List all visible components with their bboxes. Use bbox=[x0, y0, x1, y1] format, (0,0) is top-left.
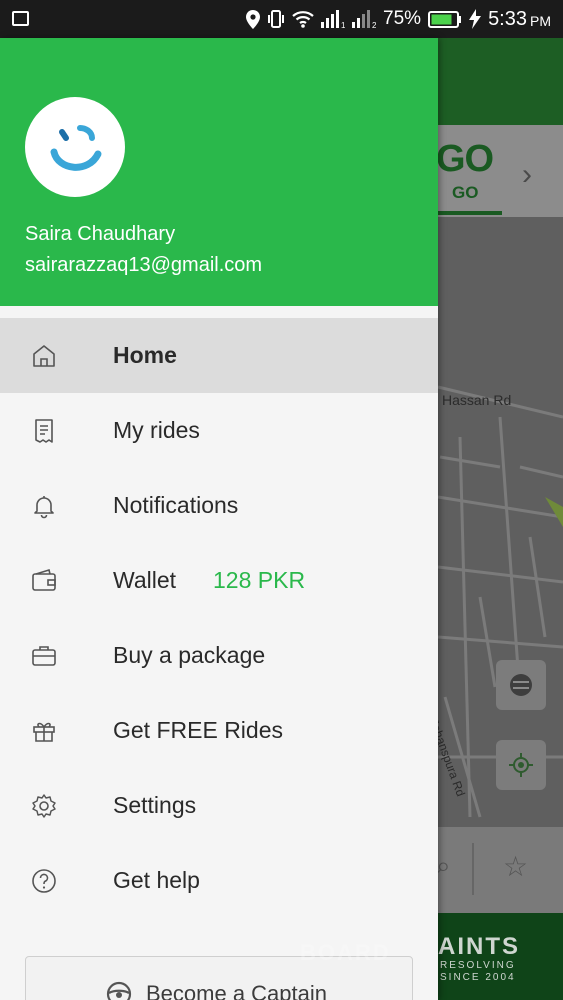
signal-sim1-icon: 1 bbox=[321, 10, 345, 28]
menu-item-wallet[interactable]: Wallet 128 PKR bbox=[0, 543, 438, 618]
user-name: Saira Chaudhary bbox=[25, 223, 176, 245]
clock-time: 5:33 bbox=[488, 7, 527, 30]
menu-item-label: Settings bbox=[113, 792, 197, 818]
menu-item-label: Get help bbox=[113, 867, 200, 893]
menu-item-label: Notifications bbox=[113, 492, 239, 518]
map-layers-button bbox=[496, 660, 546, 710]
bell-icon bbox=[34, 496, 54, 519]
layers-icon bbox=[510, 674, 532, 696]
wallet-balance: 128 PKR bbox=[213, 567, 306, 593]
menu-item-label: Wallet bbox=[113, 567, 177, 593]
menu-item-label: Get FREE Rides bbox=[113, 717, 283, 743]
menu-item-buy-package[interactable]: Buy a package bbox=[0, 618, 438, 693]
navigation-drawer: Saira Chaudhary sairarazzaq13@gmail.com … bbox=[0, 38, 438, 1000]
menu-item-label: Home bbox=[113, 342, 177, 368]
menu-item-notifications[interactable]: Notifications bbox=[0, 468, 438, 543]
svg-text:2: 2 bbox=[372, 21, 376, 28]
menu-item-home[interactable]: Home bbox=[0, 318, 438, 393]
menu-item-settings[interactable]: Settings bbox=[0, 768, 438, 843]
background-divider bbox=[472, 843, 474, 895]
steering-wheel-icon bbox=[106, 981, 132, 1000]
status-bar: 1 2 75% 5:33 PM bbox=[0, 0, 563, 38]
wifi-icon bbox=[292, 11, 314, 28]
home-icon bbox=[33, 345, 55, 367]
drawer-header: Saira Chaudhary sairarazzaq13@gmail.com bbox=[0, 38, 438, 306]
avatar[interactable] bbox=[25, 97, 125, 197]
background-go-tab: GO bbox=[452, 183, 479, 202]
vibrate-icon bbox=[268, 10, 285, 28]
background-banner-subtitle: RESOLVING SINCE 2004 bbox=[440, 960, 516, 984]
gift-icon bbox=[33, 722, 55, 742]
chevron-right-icon: › bbox=[522, 158, 532, 191]
svg-text:1: 1 bbox=[341, 21, 345, 28]
banner-sub-line: SINCE 2004 bbox=[440, 972, 516, 983]
watermark: BOARD bbox=[300, 940, 391, 965]
briefcase-icon bbox=[32, 646, 56, 666]
receipt-icon bbox=[35, 419, 53, 443]
menu-item-get-help[interactable]: Get help bbox=[0, 843, 438, 918]
banner-sub-line: RESOLVING bbox=[440, 960, 516, 971]
charging-icon bbox=[469, 9, 482, 29]
background-go-logo: GO bbox=[436, 138, 494, 180]
menu-item-my-rides[interactable]: My rides bbox=[0, 393, 438, 468]
gallery-notification-icon bbox=[12, 11, 29, 26]
menu-item-label: Buy a package bbox=[113, 642, 266, 668]
help-icon bbox=[32, 869, 56, 893]
map-road-label: Hassan Rd bbox=[442, 392, 512, 408]
signal-sim2-icon: 2 bbox=[352, 10, 376, 28]
locate-icon bbox=[509, 753, 533, 777]
background-banner-title: AINTS bbox=[438, 933, 520, 960]
wallet-icon bbox=[32, 568, 56, 591]
map-locate-button bbox=[496, 740, 546, 790]
menu-item-free-rides[interactable]: Get FREE Rides bbox=[0, 693, 438, 768]
become-captain-label: Become a Captain bbox=[146, 981, 327, 1000]
clock-ampm: PM bbox=[530, 13, 551, 29]
gear-icon bbox=[32, 794, 56, 818]
drawer-menu: Home My rides Notifications Wallet 128 P… bbox=[0, 318, 438, 918]
background-go-tab-indicator bbox=[438, 211, 502, 215]
battery-icon bbox=[428, 10, 462, 28]
location-icon bbox=[246, 9, 261, 29]
star-icon: ☆ bbox=[503, 851, 529, 882]
menu-item-label: My rides bbox=[113, 417, 200, 443]
search-icon: ⌕ bbox=[436, 850, 451, 880]
user-email: sairarazzaq13@gmail.com bbox=[25, 254, 263, 276]
battery-percent: 75% bbox=[383, 8, 422, 29]
smiley-logo-icon bbox=[50, 125, 102, 171]
